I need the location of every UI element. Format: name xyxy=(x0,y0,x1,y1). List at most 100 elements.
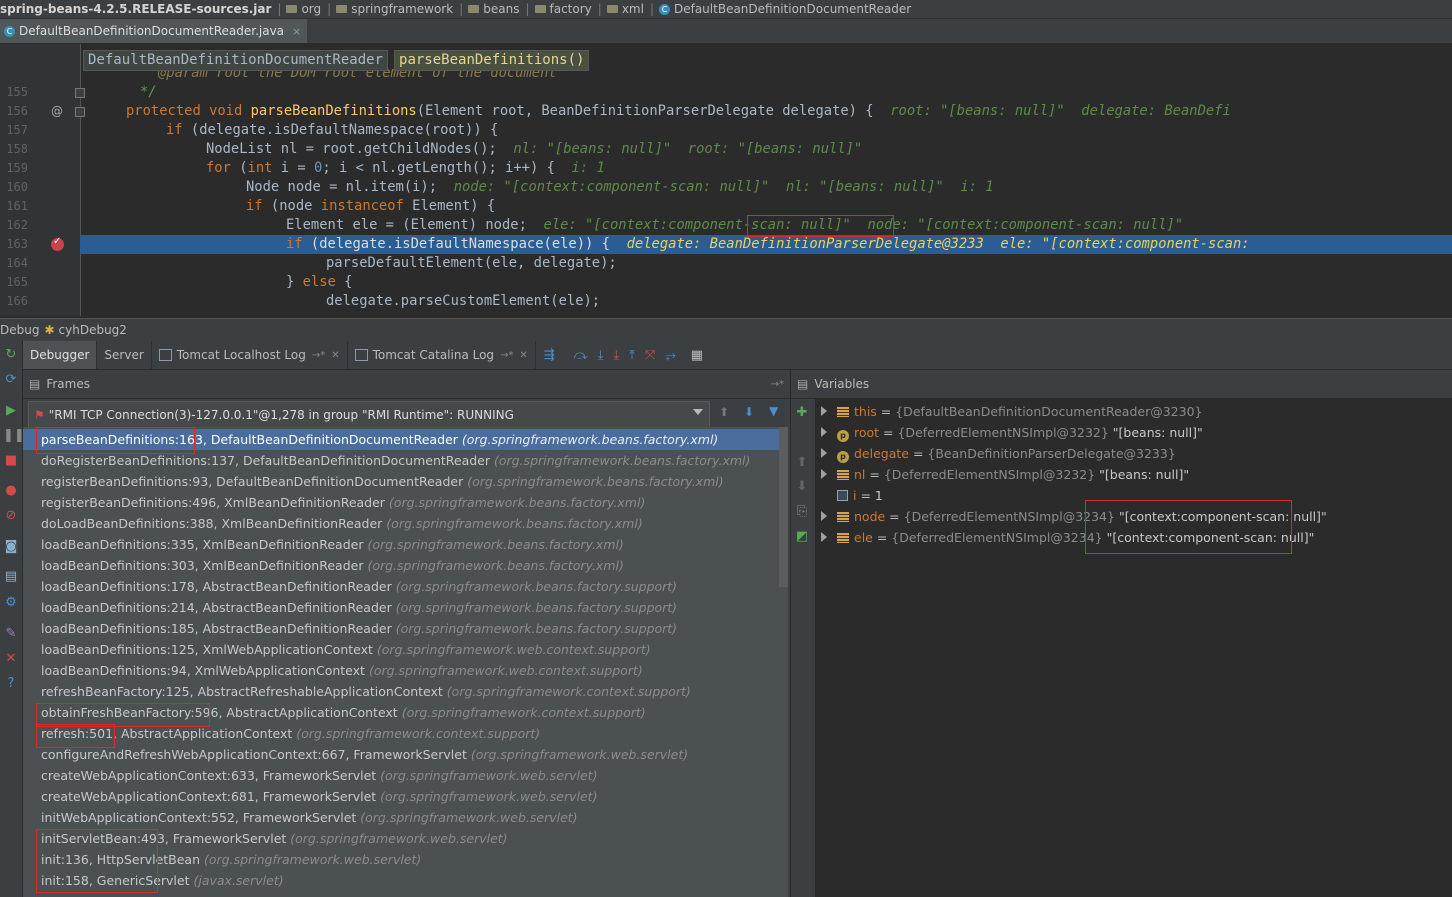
variable-row-i[interactable]: i = 1 xyxy=(821,485,883,506)
step-out-icon[interactable]: ⤒ xyxy=(629,348,635,363)
frame-row[interactable]: doRegisterBeanDefinitions:137, DefaultBe… xyxy=(23,450,788,471)
pause-icon[interactable]: ❚❚ xyxy=(3,428,25,444)
close-tab-icon[interactable]: ✕ xyxy=(519,350,527,361)
frame-row[interactable]: init:158, GenericServlet (javax.servlet) xyxy=(23,870,788,891)
variable-row-node[interactable]: node = {DeferredElementNSImpl@3234} "[co… xyxy=(821,506,1327,527)
drop-frame-icon[interactable]: ⤧ xyxy=(645,348,655,363)
variables-list: this = {DefaultBeanDefinitionDocumentRea… xyxy=(791,399,1452,897)
frame-row[interactable]: createWebApplicationContext:681, Framewo… xyxy=(23,786,788,807)
debug-tabs: Debugger Server Tomcat Localhost Log →* ✕ … xyxy=(23,341,1452,370)
frames-list: parseBeanDefinitions:163, DefaultBeanDef… xyxy=(23,427,788,897)
frame-row[interactable]: doLoadBeanDefinitions:388, XmlBeanDefini… xyxy=(23,513,788,534)
fold-marker-icon[interactable] xyxy=(75,88,85,98)
code-editor[interactable]: DefaultBeanDefinitionDocumentReader pars… xyxy=(0,44,1452,316)
file-tab[interactable]: C DefaultBeanDefinitionDocumentReader.ja… xyxy=(0,19,308,43)
line-number: 161 xyxy=(6,199,28,213)
fold-marker-icon[interactable] xyxy=(75,107,85,117)
tab-tomcat-catalina-log[interactable]: Tomcat Catalina Log →* ✕ xyxy=(348,341,536,369)
frame-row[interactable]: initServletBean:493, FrameworkServlet (o… xyxy=(23,828,788,849)
editor-breadcrumb-header: DefaultBeanDefinitionDocumentReader pars… xyxy=(83,50,590,71)
stop-icon[interactable]: ■ xyxy=(3,453,19,469)
class-icon: C xyxy=(4,25,15,37)
settings-icon[interactable]: ⚙ xyxy=(3,595,19,611)
breadcrumb-item-springframework[interactable]: springframework xyxy=(336,2,453,16)
pin-icon[interactable]: ✎ xyxy=(3,626,19,642)
refresh-icon[interactable]: ⟳ xyxy=(3,372,19,388)
expand-arrow-icon[interactable] xyxy=(821,406,827,416)
close-tab-icon[interactable]: ✕ xyxy=(331,350,339,361)
expand-arrow-icon[interactable] xyxy=(821,469,827,479)
code-line-165: } else { xyxy=(286,274,353,290)
expand-arrow-icon[interactable] xyxy=(821,448,827,458)
frame-row[interactable]: configureAndRefreshWebApplicationContext… xyxy=(23,744,788,765)
header-class[interactable]: DefaultBeanDefinitionDocumentReader xyxy=(83,50,389,71)
filter-icon[interactable]: ▼ xyxy=(769,404,778,418)
tab-tomcat-localhost-log[interactable]: Tomcat Localhost Log →* ✕ xyxy=(152,341,348,369)
expand-arrow-icon[interactable] xyxy=(821,511,827,521)
folder-icon xyxy=(336,5,348,13)
header-method[interactable]: parseBeanDefinitions() xyxy=(394,50,590,71)
frame-row[interactable]: loadBeanDefinitions:303, XmlBeanDefiniti… xyxy=(23,555,788,576)
tab-server[interactable]: Server xyxy=(97,341,152,369)
mute-breakpoints-icon[interactable]: ⊘ xyxy=(3,508,19,524)
show-execution-point-icon[interactable]: ⇶ xyxy=(544,348,555,363)
variable-row-this[interactable]: this = {DefaultBeanDefinitionDocumentRea… xyxy=(821,401,1203,422)
expand-arrow-icon[interactable] xyxy=(821,427,827,437)
breadcrumb-item-jar[interactable]: spring-beans-4.2.5.RELEASE-sources.jar xyxy=(0,2,271,16)
frame-row[interactable]: loadBeanDefinitions:94, XmlWebApplicatio… xyxy=(23,660,788,681)
breadcrumb-item-factory[interactable]: factory xyxy=(534,2,592,16)
frame-row[interactable]: loadBeanDefinitions:178, AbstractBeanDef… xyxy=(23,576,788,597)
override-marker-icon[interactable]: @ xyxy=(51,104,63,118)
code-line-166: delegate.parseCustomElement(ele); xyxy=(326,293,601,309)
frame-row[interactable]: loadBeanDefinitions:214, AbstractBeanDef… xyxy=(23,597,788,618)
breadcrumb-item-beans[interactable]: beans xyxy=(468,2,519,16)
expand-arrow-icon[interactable] xyxy=(821,532,827,542)
chevron-down-icon[interactable] xyxy=(693,409,703,415)
variable-row-delegate[interactable]: p delegate = {BeanDefinitionParserDelegat… xyxy=(821,443,1176,464)
variable-row-ele[interactable]: ele = {DeferredElementNSImpl@3234} "[con… xyxy=(821,527,1314,548)
frame-row[interactable]: registerBeanDefinitions:93, DefaultBeanD… xyxy=(23,471,788,492)
debug-config-name[interactable]: cyhDebug2 xyxy=(59,323,127,337)
resume-icon[interactable]: ▶ xyxy=(3,403,19,419)
frame-row[interactable]: registerBeanDefinitions:496, XmlBeanDefi… xyxy=(23,492,788,513)
frame-row[interactable]: refresh:501, AbstractApplicationContext … xyxy=(23,723,788,744)
line-number: 155 xyxy=(6,85,28,99)
frame-row[interactable]: init:136, HttpServletBean (org.springfra… xyxy=(23,849,788,870)
thread-selector[interactable]: ⚑ "RMI TCP Connection(3)-127.0.0.1"@1,27… xyxy=(28,401,710,428)
camera-icon[interactable]: ◙ xyxy=(3,539,19,555)
bug-icon: ✱ xyxy=(44,323,55,337)
arrow-down-icon[interactable]: ⬇ xyxy=(744,405,754,419)
frame-row[interactable]: loadBeanDefinitions:185, AbstractBeanDef… xyxy=(23,618,788,639)
variable-row-nl[interactable]: nl = {DeferredElementNSImpl@3232} "[bean… xyxy=(821,464,1189,485)
step-over-icon[interactable]: ⤼ xyxy=(574,348,588,363)
frame-row[interactable]: loadBeanDefinitions:125, XmlWebApplicati… xyxy=(23,639,788,660)
line-number: 160 xyxy=(6,180,28,194)
evaluate-expression-icon[interactable]: ▦ xyxy=(691,348,703,363)
breadcrumb-item-org[interactable]: org xyxy=(286,2,321,16)
close-icon[interactable]: ✕ xyxy=(3,651,19,667)
tab-debugger[interactable]: Debugger xyxy=(23,341,98,369)
help-icon[interactable]: ? xyxy=(3,676,19,692)
frames-scrollbar[interactable] xyxy=(779,427,788,587)
breadcrumb-item-class[interactable]: C DefaultBeanDefinitionDocumentReader xyxy=(658,2,911,16)
frame-row[interactable]: refreshBeanFactory:125, AbstractRefresha… xyxy=(23,681,788,702)
force-step-into-icon[interactable]: ⤓ xyxy=(613,348,619,363)
variable-row-root[interactable]: p root = {DeferredElementNSImpl@3232} "[b… xyxy=(821,422,1203,443)
frame-row[interactable]: obtainFreshBeanFactory:596, AbstractAppl… xyxy=(23,702,788,723)
rerun-icon[interactable]: ↻ xyxy=(3,347,19,363)
frame-row[interactable]: loadBeanDefinitions:335, XmlBeanDefiniti… xyxy=(23,534,788,555)
breakpoint-icon[interactable] xyxy=(51,236,64,251)
arrow-up-icon[interactable]: ⬆ xyxy=(719,405,729,419)
frame-row[interactable]: parseBeanDefinitions:163, DefaultBeanDef… xyxy=(23,429,788,450)
step-into-icon[interactable]: ⤓ xyxy=(598,348,604,363)
frame-row[interactable]: initWebApplicationContext:552, Framework… xyxy=(23,807,788,828)
run-to-cursor-icon[interactable]: ⥅ xyxy=(665,348,675,363)
view-breakpoints-icon[interactable]: ● xyxy=(3,483,19,499)
code-line-157: if (delegate.isDefaultNamespace(root)) { xyxy=(166,122,499,138)
frame-row[interactable]: createWebApplicationContext:633, Framewo… xyxy=(23,765,788,786)
code-line-161: if (node instanceof Element) { xyxy=(246,198,496,214)
close-tab-icon[interactable]: × xyxy=(292,25,301,38)
pin-icon[interactable]: →* xyxy=(771,379,784,390)
breadcrumb-item-xml[interactable]: xml xyxy=(606,2,644,16)
layout-icon[interactable]: ▤ xyxy=(3,569,19,585)
